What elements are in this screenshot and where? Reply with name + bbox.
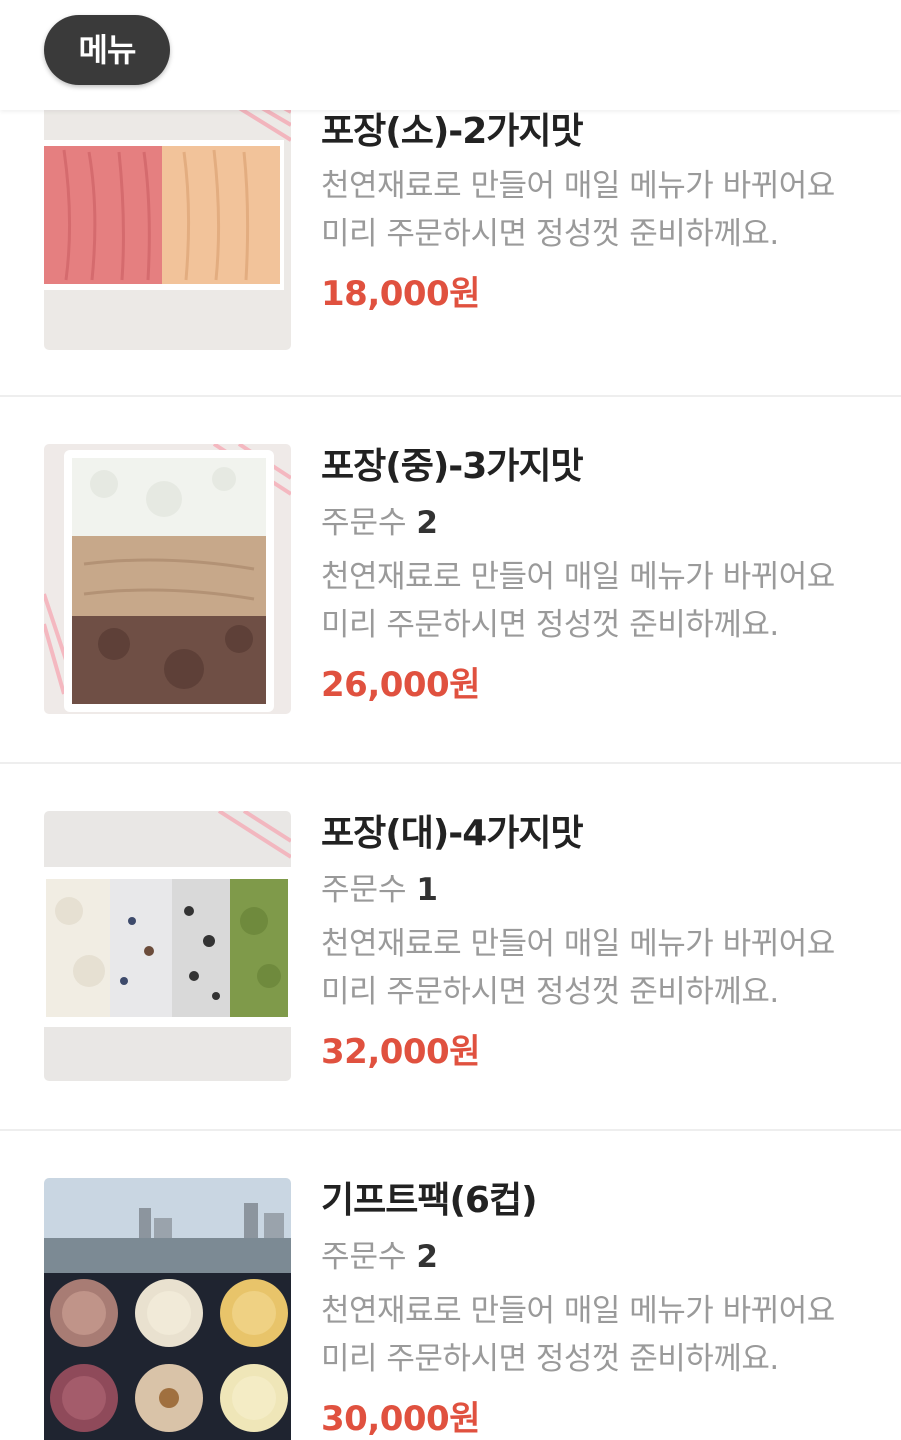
- order-count-label: 주문수: [321, 505, 407, 541]
- item-info: 포장(소)-2가지맛 천연재료로 만들어 매일 메뉴가 바뀌어요 미리 주문하시…: [321, 110, 881, 316]
- description-line: 천연재료로 만들어 매일 메뉴가 바뀌어요: [321, 168, 835, 204]
- item-price: 32,000원: [321, 1032, 480, 1072]
- menu-tab-button[interactable]: 메뉴: [44, 15, 170, 85]
- description-line: 천연재료로 만들어 매일 메뉴가 바뀌어요: [321, 1293, 835, 1329]
- order-count-value: 1: [416, 872, 438, 908]
- item-name: 포장(중)-3가지맛: [321, 446, 584, 487]
- item-description: 천연재료로 만들어 매일 메뉴가 바뀌어요 미리 주문하시면 정성껏 준비하께요…: [321, 1287, 881, 1383]
- order-count-value: 2: [416, 505, 438, 541]
- item-name: 기프트팩(6컵): [321, 1180, 538, 1221]
- item-price: 18,000원: [321, 274, 480, 314]
- item-price: 30,000원: [321, 1399, 480, 1439]
- description-line: 천연재료로 만들어 매일 메뉴가 바뀌어요: [321, 926, 835, 962]
- menu-item[interactable]: 포장(대)-4가지맛 주문수 1 천연재료로 만들어 매일 메뉴가 바뀌어요 미…: [0, 764, 901, 1130]
- item-name: 포장(소)-2가지맛: [321, 111, 584, 152]
- item-info: 포장(중)-3가지맛 주문수 2 천연재료로 만들어 매일 메뉴가 바뀌어요 미…: [321, 445, 881, 707]
- top-bar: 메뉴: [0, 0, 901, 110]
- description-line: 천연재료로 만들어 매일 메뉴가 바뀌어요: [321, 559, 835, 595]
- description-line: 미리 주문하시면 정성껏 준비하께요.: [321, 216, 779, 252]
- item-description: 천연재료로 만들어 매일 메뉴가 바뀌어요 미리 주문하시면 정성껏 준비하께요…: [321, 553, 881, 649]
- product-image: [44, 811, 291, 1081]
- product-image: [44, 80, 291, 350]
- order-count: 주문수 1: [321, 870, 881, 910]
- item-info: 포장(대)-4가지맛 주문수 1 천연재료로 만들어 매일 메뉴가 바뀌어요 미…: [321, 812, 881, 1074]
- item-info: 기프트팩(6컵) 주문수 2 천연재료로 만들어 매일 메뉴가 바뀌어요 미리 …: [321, 1179, 881, 1440]
- order-count-label: 주문수: [321, 1239, 407, 1275]
- item-description: 천연재료로 만들어 매일 메뉴가 바뀌어요 미리 주문하시면 정성껏 준비하께요…: [321, 920, 881, 1016]
- menu-item[interactable]: 포장(중)-3가지맛 주문수 2 천연재료로 만들어 매일 메뉴가 바뀌어요 미…: [0, 397, 901, 763]
- product-image: [44, 444, 291, 714]
- order-count-value: 2: [416, 1239, 438, 1275]
- item-price: 26,000원: [321, 665, 480, 705]
- item-description: 천연재료로 만들어 매일 메뉴가 바뀌어요 미리 주문하시면 정성껏 준비하께요…: [321, 162, 881, 258]
- order-count: 주문수 2: [321, 1237, 881, 1277]
- item-name: 포장(대)-4가지맛: [321, 813, 584, 854]
- description-line: 미리 주문하시면 정성껏 준비하께요.: [321, 974, 779, 1010]
- description-line: 미리 주문하시면 정성껏 준비하께요.: [321, 1341, 779, 1377]
- menu-item[interactable]: 기프트팩(6컵) 주문수 2 천연재료로 만들어 매일 메뉴가 바뀌어요 미리 …: [0, 1131, 901, 1440]
- order-count-label: 주문수: [321, 872, 407, 908]
- menu-screen: 포장(소)-2가지맛 천연재료로 만들어 매일 메뉴가 바뀌어요 미리 주문하시…: [0, 0, 901, 1440]
- order-count: 주문수 2: [321, 503, 881, 543]
- product-image: [44, 1178, 291, 1440]
- description-line: 미리 주문하시면 정성껏 준비하께요.: [321, 607, 779, 643]
